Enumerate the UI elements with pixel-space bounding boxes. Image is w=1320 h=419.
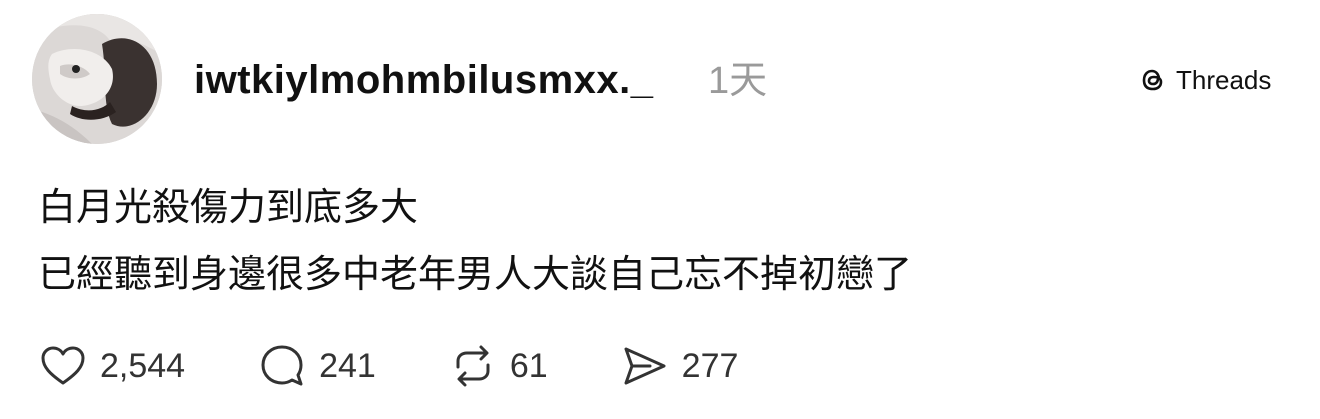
action-bar: 2,544 241 61 277: [38, 340, 810, 392]
reply-count: 241: [319, 347, 376, 385]
username[interactable]: iwtkiylmohmbilusmxx._: [194, 56, 654, 104]
threads-post: iwtkiylmohmbilusmxx._ 1天 Threads 白月光殺傷力到…: [0, 0, 1320, 419]
repost-button[interactable]: 61: [448, 341, 548, 391]
like-button[interactable]: 2,544: [38, 341, 185, 391]
threads-logo-icon: [1142, 69, 1163, 91]
post-text-line-1: 白月光殺傷力到底多大: [38, 185, 419, 229]
repost-count: 61: [509, 347, 548, 385]
share-button[interactable]: 277: [620, 341, 739, 391]
post-text-line-2: 已經聽到身邊很多中老年男人大談自己忘不掉初戀了: [38, 252, 913, 296]
post-timestamp: 1天: [708, 60, 768, 102]
threads-brand[interactable]: Threads: [1138, 62, 1271, 98]
reply-button[interactable]: 241: [257, 341, 376, 391]
heart-icon: [41, 346, 85, 385]
threads-brand-label: Threads: [1176, 65, 1272, 95]
share-count: 277: [681, 347, 739, 385]
share-icon: [624, 347, 666, 385]
like-count: 2,544: [100, 347, 186, 385]
avatar[interactable]: [32, 14, 162, 144]
repost-icon: [456, 345, 490, 387]
comment-icon: [261, 345, 303, 386]
